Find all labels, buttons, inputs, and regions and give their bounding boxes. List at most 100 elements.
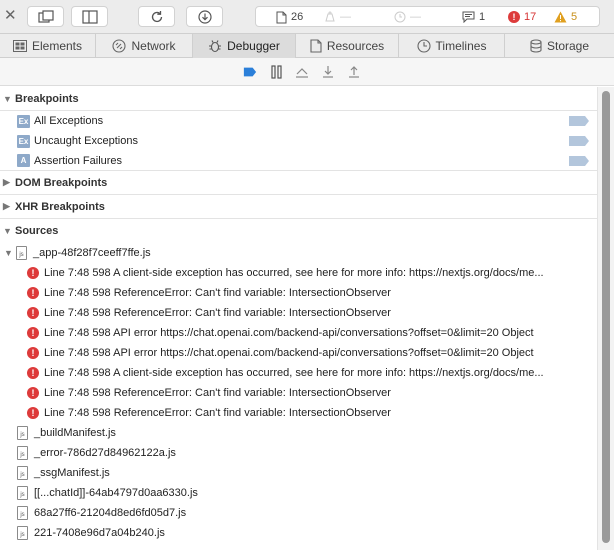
section-title: Sources bbox=[15, 225, 59, 237]
weight-indicator: — bbox=[324, 10, 351, 24]
windows-icon bbox=[37, 9, 54, 23]
tab-debugger[interactable]: Debugger bbox=[193, 34, 296, 58]
download-icon bbox=[197, 9, 212, 24]
step-over-icon[interactable] bbox=[295, 65, 309, 79]
issue-row[interactable]: ! Line 7:48 598 A client-side exception … bbox=[0, 263, 597, 283]
breakpoint-marker-icon[interactable] bbox=[569, 116, 589, 126]
scrollbar-thumb[interactable] bbox=[602, 91, 610, 543]
disclosure-open-icon: ▼ bbox=[4, 248, 13, 258]
resources-indicator[interactable]: 26 bbox=[276, 10, 303, 24]
clock-icon bbox=[394, 11, 406, 23]
js-file-icon: js bbox=[17, 426, 28, 440]
download-button[interactable] bbox=[186, 6, 223, 27]
error-icon: ! bbox=[27, 307, 39, 319]
issue-text: Line 7:48 598 ReferenceError: Can't find… bbox=[44, 407, 391, 419]
dock-window-button[interactable] bbox=[27, 6, 64, 27]
disclosure-open-icon: ▼ bbox=[3, 226, 12, 236]
breakpoint-item[interactable]: Ex Uncaught Exceptions bbox=[0, 131, 597, 151]
section-xhr-breakpoints[interactable]: ▶ XHR Breakpoints bbox=[0, 195, 597, 219]
toggle-sidebar-button[interactable] bbox=[71, 6, 108, 27]
reload-icon bbox=[151, 10, 162, 22]
resources-icon bbox=[310, 39, 322, 53]
section-title: XHR Breakpoints bbox=[15, 200, 105, 213]
section-dom-breakpoints[interactable]: ▶ DOM Breakpoints bbox=[0, 171, 597, 195]
time-indicator: — bbox=[394, 10, 421, 24]
debugger-controls bbox=[0, 58, 614, 86]
source-file-row[interactable]: js _ssgManifest.js bbox=[0, 463, 597, 483]
reload-button[interactable] bbox=[138, 6, 175, 27]
error-icon: ! bbox=[27, 287, 39, 299]
clock-icon bbox=[416, 39, 431, 53]
step-into-icon[interactable] bbox=[321, 65, 335, 79]
database-icon bbox=[530, 39, 542, 53]
pause-icon[interactable] bbox=[270, 65, 284, 79]
exception-icon: Ex bbox=[17, 114, 30, 128]
file-name: 68a27ff6-21204d8ed6fd05d7.js bbox=[34, 507, 187, 519]
issue-row[interactable]: ! Line 7:48 598 API error https://chat.o… bbox=[0, 343, 597, 363]
tab-storage[interactable]: Storage bbox=[505, 34, 614, 58]
breakpoint-marker-icon[interactable] bbox=[569, 136, 589, 146]
issue-row[interactable]: ! Line 7:48 598 ReferenceError: Can't fi… bbox=[0, 283, 597, 303]
js-file-icon: js bbox=[17, 446, 28, 460]
js-file-icon: js bbox=[17, 506, 28, 520]
section-breakpoints[interactable]: ▼ Breakpoints bbox=[0, 87, 597, 111]
issue-row[interactable]: ! Line 7:48 598 ReferenceError: Can't fi… bbox=[0, 303, 597, 323]
issue-text: Line 7:48 598 API error https://chat.ope… bbox=[44, 347, 534, 359]
resources-count: 26 bbox=[291, 11, 304, 23]
source-file-row[interactable]: js _error-786d27d84962122a.js bbox=[0, 443, 597, 463]
disclosure-closed-icon: ▶ bbox=[3, 177, 10, 187]
warnings-indicator[interactable]: 5 bbox=[554, 10, 577, 24]
tab-elements[interactable]: Elements bbox=[0, 34, 96, 58]
tab-timelines[interactable]: Timelines bbox=[399, 34, 505, 58]
issue-row[interactable]: ! Line 7:48 598 ReferenceError: Can't fi… bbox=[0, 403, 597, 423]
error-icon: ! bbox=[27, 327, 39, 339]
breakpoint-item[interactable]: A Assertion Failures bbox=[0, 151, 597, 171]
tab-label: Debugger bbox=[227, 39, 280, 53]
error-icon: ! bbox=[27, 347, 39, 359]
breakpoint-marker-icon[interactable] bbox=[569, 156, 589, 166]
file-name: _error-786d27d84962122a.js bbox=[34, 447, 176, 459]
js-file-icon: js bbox=[17, 486, 28, 500]
section-title: Breakpoints bbox=[15, 92, 79, 105]
sidebar-scrollbar[interactable] bbox=[597, 87, 614, 550]
errors-indicator[interactable]: ! 17 bbox=[508, 10, 536, 24]
issue-text: Line 7:48 598 ReferenceError: Can't find… bbox=[44, 387, 391, 399]
step-out-icon[interactable] bbox=[347, 65, 361, 79]
js-file-icon: js bbox=[17, 526, 28, 540]
toolbar: ✕ 26 — — 1 ! 17 5 bbox=[0, 0, 614, 34]
weight-placeholder: — bbox=[340, 11, 351, 23]
file-name: 221-7408e96d7a04b240.js bbox=[34, 527, 165, 539]
file-name: _app-48f28f7ceeff7ffe.js bbox=[33, 247, 151, 259]
error-icon: ! bbox=[27, 367, 39, 379]
source-file-row[interactable]: js 68a27ff6-21204d8ed6fd05d7.js bbox=[0, 503, 597, 523]
issue-row[interactable]: ! Line 7:48 598 ReferenceError: Can't fi… bbox=[0, 383, 597, 403]
file-name: _buildManifest.js bbox=[34, 427, 116, 439]
source-file-row[interactable]: js _buildManifest.js bbox=[0, 423, 597, 443]
error-icon: ! bbox=[27, 267, 39, 279]
issue-row[interactable]: ! Line 7:48 598 API error https://chat.o… bbox=[0, 323, 597, 343]
error-icon: ! bbox=[508, 11, 520, 23]
close-icon[interactable]: ✕ bbox=[4, 8, 17, 23]
source-file-row[interactable]: ▼ js _app-48f28f7ceeff7ffe.js bbox=[0, 243, 597, 263]
errors-count: 17 bbox=[524, 11, 537, 23]
breakpoint-item[interactable]: Ex All Exceptions bbox=[0, 111, 597, 131]
tab-label: Elements bbox=[31, 39, 83, 53]
source-file-row[interactable]: js [[...chatId]]-64ab4797d0aa6330.js bbox=[0, 483, 597, 503]
time-placeholder: — bbox=[410, 11, 421, 23]
bug-icon bbox=[209, 40, 222, 53]
tab-resources[interactable]: Resources bbox=[296, 34, 399, 58]
messages-count: 1 bbox=[479, 11, 486, 23]
tab-label: Storage bbox=[546, 39, 590, 53]
issue-text: Line 7:48 598 ReferenceError: Can't find… bbox=[44, 287, 391, 299]
source-file-row[interactable]: js 221-7408e96d7a04b240.js bbox=[0, 523, 597, 543]
warnings-count: 5 bbox=[571, 11, 578, 23]
warning-icon bbox=[554, 11, 567, 23]
tab-label: Resources bbox=[326, 39, 385, 53]
sidebar-icon bbox=[81, 9, 98, 24]
issue-row[interactable]: ! Line 7:48 598 A client-side exception … bbox=[0, 363, 597, 383]
breakpoints-toggle-icon[interactable] bbox=[243, 65, 257, 79]
issue-text: Line 7:48 598 ReferenceError: Can't find… bbox=[44, 307, 391, 319]
messages-indicator[interactable]: 1 bbox=[462, 10, 485, 24]
section-sources[interactable]: ▼ Sources bbox=[0, 219, 597, 243]
tab-network[interactable]: Network bbox=[96, 34, 193, 58]
